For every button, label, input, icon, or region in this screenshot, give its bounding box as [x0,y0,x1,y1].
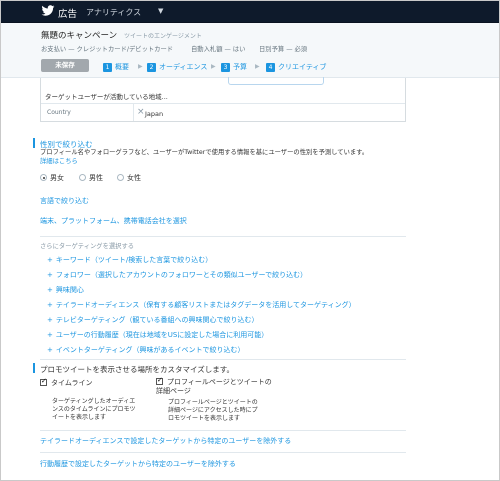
targeting-tailored[interactable]: + テイラードオーディエンス（保有する顧客リストまたはタグデータを活用してターゲテ… [47,300,356,310]
checkbox-checked-icon [156,376,163,385]
meta-payment: お支払い — クレジットカード/デビットカード [41,46,174,53]
language-filter-link[interactable]: 言語で絞り込む [40,196,89,206]
radio-icon [117,174,124,181]
twitter-bird-icon[interactable] [41,5,55,17]
plus-icon: + [47,346,53,354]
gender-radio-female[interactable]: 女性 [117,173,141,183]
radio-selected-icon [40,174,47,181]
targeting-label: テイラードオーディエンス（保有する顧客リストまたはタグデータを活用してターゲティ… [55,301,356,309]
targeting-label: ユーザーの行動履歴（現在は地域をUSに設定した場合に利用可能） [55,331,269,339]
radio-label: 女性 [127,174,141,182]
profile-checkbox[interactable]: プロフィールページとツイートの詳細ページ [156,376,276,396]
targeting-tv[interactable]: + テレビターゲティング（観ている番組への興味関心で絞り込む） [47,315,258,325]
chevron-down-icon[interactable]: ▼ [158,7,163,15]
chevron-right-icon: ▶ [138,63,143,70]
campaign-type: ツイートのエンゲージメント [124,33,202,40]
step-creative[interactable]: 4 クリエイティブ [266,62,326,72]
exclude-tailored-link[interactable]: テイラードオーディエンスで設定したターゲットから特定のユーザーを除外する [40,436,291,446]
targeting-label: イベントターゲティング（興味があるイベントで絞り込む） [55,346,245,354]
close-icon[interactable]: × [137,107,145,117]
step-label: 概要 [115,63,129,71]
radio-label: 男性 [89,174,103,182]
targeting-label: テレビターゲティング（観ている番組への興味関心で絞り込む） [55,316,259,324]
chevron-right-icon: ▶ [255,63,260,70]
location-suggestion[interactable]: ターゲットユーザーが活動している地域... [45,91,168,101]
divider [40,430,406,431]
meta-daily-budget: 日別予算 — 必須 [259,46,308,53]
location-add-button[interactable] [228,77,324,85]
targeting-keywords[interactable]: + キーワード（ツイート/検索した言葉で絞り込む） [47,255,212,265]
campaign-title[interactable]: 無題のキャンペーン [41,29,117,41]
divider [41,103,405,104]
divider [133,103,134,121]
checkbox-label: プロフィールページとツイートの詳細ページ [156,378,272,395]
gender-description-text: プロフィール名やフォローグラフなど、ユーザーがTwitterで使用する情報を基に… [40,149,369,156]
learn-more-link[interactable]: 詳細はこちら [40,158,78,165]
divider [40,359,406,360]
radio-icon [79,174,86,181]
targeting-label: 興味関心 [55,286,84,294]
location-targeting-box: ターゲットユーザーが活動している地域... Country × Japan [40,77,406,122]
timeline-description: ターゲティングしたオーディエンスのタイムラインにプロモツイートを表示します [52,398,136,421]
top-navigation-bar: 広告 アナリティクス ▼ [1,1,499,23]
targeting-events[interactable]: + イベントターゲティング（興味があるイベントで絞り込む） [47,345,244,355]
radio-label: 男女 [50,174,64,182]
divider [40,236,406,237]
campaign-header: 無題のキャンペーン ツイートのエンゲージメント お支払い — クレジットカード/… [1,23,499,78]
step-number: 2 [147,63,156,72]
step-budget[interactable]: 3 予算 [221,62,247,72]
checkbox-checked-icon [40,377,47,386]
plus-icon: + [47,331,53,339]
plus-icon: + [47,301,53,309]
step-audience[interactable]: 2 オーディエンス [147,62,207,72]
analytics-menu[interactable]: アナリティクス [86,7,141,18]
plus-icon: + [47,286,53,294]
step-label: クリエイティブ [278,63,327,71]
country-value: Japan [145,110,164,118]
targeting-label: フォロワー（選択したアカウントのフォロワーとその類似ユーザーで絞り込む） [55,271,308,279]
country-label: Country [47,109,71,116]
divider [40,452,406,453]
timeline-checkbox[interactable]: タイムライン [40,377,93,388]
plus-icon: + [47,271,53,279]
step-number: 1 [103,63,112,72]
targeting-label: キーワード（ツイート/検索した言葉で絞り込む） [55,256,213,264]
plus-icon: + [47,316,53,324]
plus-icon: + [47,256,53,264]
exclude-behavior-link[interactable]: 行動履歴で設定したターゲットから特定のユーザーを除外する [40,459,236,469]
step-number: 3 [221,63,230,72]
targeting-followers[interactable]: + フォロワー（選択したアカウントのフォロワーとその類似ユーザーで絞り込む） [47,270,307,280]
device-filter-link[interactable]: 端末、プラットフォーム、携帯電話会社を選択 [40,216,187,226]
step-overview[interactable]: 1 概要 [103,62,129,72]
section-marker [33,138,35,148]
step-number: 4 [266,63,275,72]
step-label: 予算 [233,63,247,71]
checkbox-label: タイムライン [51,379,93,387]
ads-label[interactable]: 広告 [58,6,77,20]
gender-description: プロフィール名やフォローグラフなど、ユーザーがTwitterで使用する情報を基に… [40,148,370,166]
meta-autobid: 自動入札額 — はい [191,46,246,53]
step-label: オーディエンス [159,63,208,71]
gender-radio-all[interactable]: 男女 [40,173,64,183]
chevron-right-icon: ▶ [211,63,216,70]
section-marker [33,363,35,373]
more-targeting-heading: さらにターゲティングを選択する [40,243,135,250]
profile-description: プロフィールページとツイートの詳細ページにアクセスした時にプロモツイートを表示し… [168,399,258,422]
targeting-interests[interactable]: + 興味関心 [47,285,84,295]
gender-radio-male[interactable]: 男性 [79,173,103,183]
targeting-behaviors[interactable]: + ユーザーの行動履歴（現在は地域をUSに設定した場合に利用可能） [47,330,268,340]
save-status-button[interactable]: 未保存 [41,59,89,72]
placement-section-title: プロモツイートを表示させる場所をカスタマイズします。 [40,365,235,374]
